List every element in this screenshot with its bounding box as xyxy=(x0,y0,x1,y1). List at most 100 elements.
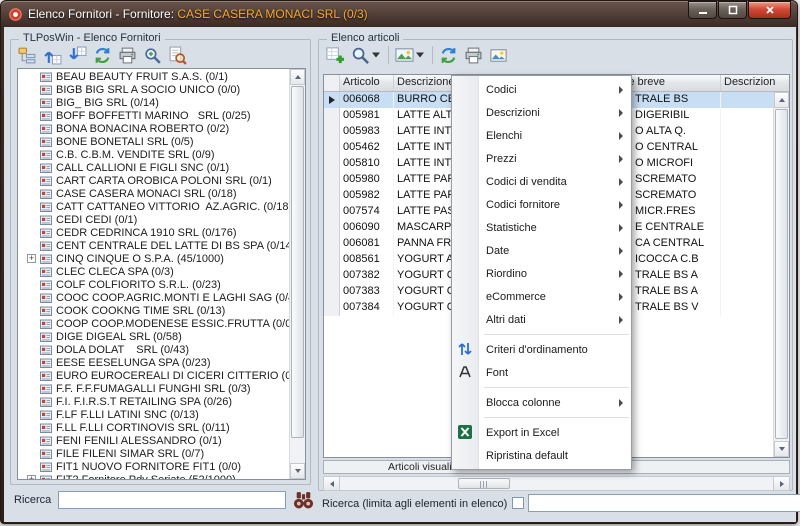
supplier-row[interactable]: CLEC CLECA SPA (0/3) xyxy=(18,265,289,278)
lookup-button[interactable] xyxy=(166,43,189,67)
scroll-up-icon[interactable] xyxy=(774,92,789,108)
articles-toolbar xyxy=(324,43,512,67)
supplier-icon xyxy=(40,214,52,226)
menu-item-export-in-excel[interactable]: Export in Excel xyxy=(452,421,631,444)
supplier-row[interactable]: +FIT2 Fornitore Pdv Seriate (52/1000) xyxy=(18,473,289,479)
arrow-down-button[interactable] xyxy=(66,43,89,67)
scroll-down-icon[interactable] xyxy=(290,463,305,479)
cell-articolo: 007383 xyxy=(340,284,394,300)
supplier-row[interactable]: F.LF F.LLI LATINI SNC (0/13) xyxy=(18,408,289,421)
supplier-row[interactable]: FENI FENILI ALESSANDRO (0/1) xyxy=(18,434,289,447)
menu-item-codici-di-vendita[interactable]: Codici di vendita xyxy=(452,170,631,193)
menu-item-criteri-d-ordinamento[interactable]: Criteri d'ordinamento xyxy=(452,338,631,361)
submenu-arrow-icon xyxy=(619,316,623,324)
tree-view-button[interactable] xyxy=(16,43,39,67)
menu-item-prezzi[interactable]: Prezzi xyxy=(452,147,631,170)
add-article-button[interactable] xyxy=(324,43,347,67)
supplier-row[interactable]: F.I. F.I.R.S.T RETAILING SPA (0/26) xyxy=(18,395,289,408)
supplier-search-button[interactable] xyxy=(292,491,315,510)
scroll-down-icon[interactable] xyxy=(774,441,789,457)
expand-icon[interactable]: + xyxy=(27,475,36,479)
supplier-row[interactable]: CASE CASERA MONACI SRL (0/18) xyxy=(18,187,289,200)
app-window: Elenco Fornitori - Fornitore: CASE CASER… xyxy=(0,0,798,524)
supplier-row[interactable]: COOC COOP.AGRIC.MONTI E LAGHI SAG (0/4) xyxy=(18,291,289,304)
search-button[interactable] xyxy=(349,43,382,67)
menu-item-blocca-colonne[interactable]: Blocca colonne xyxy=(452,391,631,414)
menu-item-ripristina-default[interactable]: Ripristina default xyxy=(452,444,631,467)
photo-button[interactable] xyxy=(487,43,510,67)
supplier-row[interactable]: COLF COLFIORITO S.R.L. (0/23) xyxy=(18,278,289,291)
expand-icon[interactable]: + xyxy=(27,254,36,263)
menu-item-ecommerce[interactable]: eCommerce xyxy=(452,285,631,308)
menu-separator xyxy=(484,417,629,418)
limit-search-checkbox[interactable] xyxy=(512,497,524,509)
close-button[interactable] xyxy=(748,1,791,19)
supplier-search-label: Ricerca xyxy=(14,494,51,506)
menu-item-elenchi[interactable]: Elenchi xyxy=(452,124,631,147)
arrow-up-button[interactable] xyxy=(41,43,64,67)
supplier-row[interactable]: BEAU BEAUTY FRUIT S.A.S. (0/1) xyxy=(18,70,289,83)
grid-vscrollbar[interactable] xyxy=(773,92,789,457)
supplier-row[interactable]: +CINQ CINQUE O S.P.A. (45/1000) xyxy=(18,252,289,265)
scrollbar-thumb[interactable] xyxy=(458,478,510,489)
submenu-arrow-icon xyxy=(619,109,623,117)
column-header-articolo[interactable]: Articolo xyxy=(340,75,394,91)
menu-item-riordino[interactable]: Riordino xyxy=(452,262,631,285)
supplier-row[interactable]: F.LL F.LLI CORTINOVIS SRL (0/11) xyxy=(18,421,289,434)
grid-hscrollbar[interactable] xyxy=(323,476,790,491)
supplier-row[interactable]: BONE BONETALI SRL (0/5) xyxy=(18,135,289,148)
supplier-row[interactable]: CEDI CEDI (0/1) xyxy=(18,213,289,226)
scroll-up-icon[interactable] xyxy=(290,69,305,85)
scroll-right-icon[interactable] xyxy=(773,477,789,490)
menu-item-date[interactable]: Date xyxy=(452,239,631,262)
supplier-row[interactable]: CART CARTA OROBICA POLONI SRL (0/1) xyxy=(18,174,289,187)
scroll-left-icon[interactable] xyxy=(324,477,340,490)
menu-item-statistiche[interactable]: Statistiche xyxy=(452,216,631,239)
arrow-up-icon xyxy=(43,46,62,65)
supplier-row[interactable]: CATT CATTANEO VITTORIO AZ.AGRIC. (0/18) xyxy=(18,200,289,213)
print-button[interactable] xyxy=(116,43,139,67)
supplier-row[interactable]: BIGB BIG SRL A SOCIO UNICO (0/0) xyxy=(18,83,289,96)
menu-item-codici[interactable]: Codici xyxy=(452,78,631,101)
image-preview-button[interactable] xyxy=(393,43,426,67)
supplier-label: BEAU BEAUTY FRUIT S.A.S. (0/1) xyxy=(56,71,228,83)
search-plus-button[interactable] xyxy=(141,43,164,67)
print-button[interactable] xyxy=(462,43,485,67)
submenu-arrow-icon xyxy=(619,132,623,140)
menu-item-altri-dati[interactable]: Altri dati xyxy=(452,308,631,331)
minimize-button[interactable] xyxy=(688,1,717,19)
refresh-button[interactable] xyxy=(91,43,114,67)
supplier-row[interactable]: C.B. C.B.M. VENDITE SRL (0/9) xyxy=(18,148,289,161)
supplier-search-input[interactable] xyxy=(58,491,286,509)
tree-view-icon xyxy=(18,46,37,65)
supplier-row[interactable]: BIG_ BIG SRL (0/14) xyxy=(18,96,289,109)
supplier-label: EESE EESELUNGA SPA (0/23) xyxy=(56,357,210,369)
supplier-row[interactable]: DOLA DOLAT SRL (0/43) xyxy=(18,343,289,356)
supplier-row[interactable]: BONA BONACINA ROBERTO (0/2) xyxy=(18,122,289,135)
supplier-row[interactable]: F.F. F.F.FUMAGALLI FUNGHI SRL (0/3) xyxy=(18,382,289,395)
supplier-row[interactable]: BOFF BOFFETTI MARINO SRL (0/25) xyxy=(18,109,289,122)
scrollbar-thumb[interactable] xyxy=(775,109,788,439)
supplier-row[interactable]: FIT1 NUOVO FORNITORE FIT1 (0/0) xyxy=(18,460,289,473)
supplier-row[interactable]: COOK COOKNG TIME SRL (0/13) xyxy=(18,304,289,317)
column-header-descrizion[interactable]: Descrizion xyxy=(721,75,789,91)
supplier-row[interactable]: CALL CALLIONI E FIGLI SNC (0/1) xyxy=(18,161,289,174)
menu-item-descrizioni[interactable]: Descrizioni xyxy=(452,101,631,124)
menu-item-font[interactable]: Font xyxy=(452,361,631,384)
scrollbar-thumb[interactable] xyxy=(291,86,304,438)
supplier-icon xyxy=(40,175,52,187)
article-search-input[interactable] xyxy=(528,494,800,512)
maximize-button[interactable] xyxy=(718,1,747,19)
supplier-row[interactable]: COOP COOP.MODENESE ESSIC.FRUTTA (0/0) xyxy=(18,317,289,330)
suppliers-scrollbar[interactable] xyxy=(289,69,305,479)
supplier-row[interactable]: EURO EUROCEREALI DI CICERI CITTERIO (0/0… xyxy=(18,369,289,382)
supplier-row[interactable]: FILE FILENI SIMAR SRL (0/7) xyxy=(18,447,289,460)
supplier-row[interactable]: DIGE DIGEAL SRL (0/58) xyxy=(18,330,289,343)
supplier-row[interactable]: CENT CENTRALE DEL LATTE DI BS SPA (0/14) xyxy=(18,239,289,252)
cell-descrizione-4 xyxy=(721,236,773,252)
supplier-row[interactable]: EESE EESELUNGA SPA (0/23) xyxy=(18,356,289,369)
refresh-button[interactable] xyxy=(437,43,460,67)
cell-articolo: 005810 xyxy=(340,156,394,172)
supplier-row[interactable]: CEDR CEDRINCA 1910 SRL (0/176) xyxy=(18,226,289,239)
menu-item-codici-fornitore[interactable]: Codici fornitore xyxy=(452,193,631,216)
